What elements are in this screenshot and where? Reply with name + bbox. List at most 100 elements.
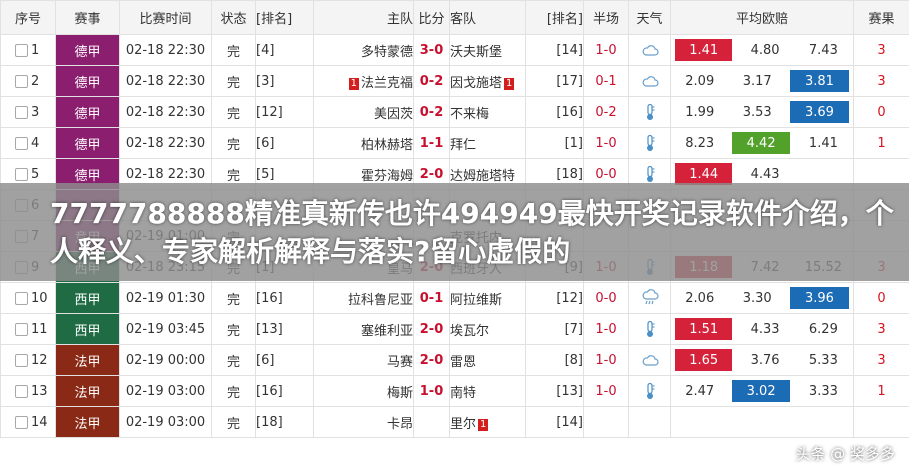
home-rank: [18]: [255, 406, 314, 438]
league-cell[interactable]: 德甲: [55, 65, 120, 97]
score[interactable]: 0-2: [413, 65, 450, 97]
result-count: [853, 406, 909, 438]
table-row[interactable]: 12 法甲 02-19 00:00 完 [6] 马赛 2-0 雷恩 [8] 1-0 1.65 3.76…: [0, 344, 909, 376]
away-team[interactable]: 沃夫斯堡: [451, 45, 503, 60]
seq-cell[interactable]: 12: [0, 344, 56, 376]
away-team-cell[interactable]: 不来梅: [449, 96, 526, 128]
league-cell[interactable]: 德甲: [55, 96, 120, 128]
seq-cell[interactable]: 3: [0, 96, 56, 128]
league-cell[interactable]: 法甲: [55, 375, 120, 407]
seq-cell[interactable]: 4: [0, 127, 56, 159]
home-team[interactable]: 拉科鲁尼亚: [348, 293, 413, 308]
table-row[interactable]: 4 德甲 02-18 22:30 完 [6] 柏林赫塔 1-1 拜仁 [1] 1-0 8.23 4.4…: [0, 127, 909, 159]
home-team-cell[interactable]: 卡昂: [313, 406, 414, 438]
league-cell[interactable]: 西甲: [55, 313, 120, 345]
home-team-cell[interactable]: 柏林赫塔: [313, 127, 414, 159]
score[interactable]: 0-2: [413, 96, 450, 128]
seq-cell[interactable]: 2: [0, 65, 56, 97]
home-team-cell[interactable]: 多特蒙德: [313, 34, 414, 66]
league-cell[interactable]: 德甲: [55, 34, 120, 66]
score[interactable]: 1-0: [413, 375, 450, 407]
header-away-rank: [排名]: [525, 0, 584, 35]
score[interactable]: 2-0: [413, 313, 450, 345]
row-checkbox[interactable]: [15, 136, 28, 150]
league-cell[interactable]: 西甲: [55, 282, 120, 314]
row-checkbox[interactable]: [15, 74, 28, 88]
header-cards[interactable]: 赛果: [853, 0, 909, 35]
home-team-cell[interactable]: 塞维利亚: [313, 313, 414, 345]
home-team-cell[interactable]: 1 法兰克福: [313, 65, 414, 97]
table-row[interactable]: 2 德甲 02-18 22:30 完 [3] 1 法兰克福 0-2 因戈施塔 1 [17] 0-1 2.…: [0, 65, 909, 97]
seq-cell[interactable]: 11: [0, 313, 56, 345]
home-team-cell[interactable]: 美因茨: [313, 96, 414, 128]
home-team-cell[interactable]: 拉科鲁尼亚: [313, 282, 414, 314]
home-team[interactable]: 多特蒙德: [361, 45, 413, 60]
table-row[interactable]: 11 西甲 02-19 03:45 完 [13] 塞维利亚 2-0 埃瓦尔 [7] 1-0 1.51…: [0, 313, 909, 345]
away-team-cell[interactable]: 因戈施塔 1: [449, 65, 526, 97]
league-cell[interactable]: 法甲: [55, 406, 120, 438]
row-checkbox[interactable]: [15, 105, 28, 119]
away-team-cell[interactable]: 沃夫斯堡: [449, 34, 526, 66]
seq-cell[interactable]: 13: [0, 375, 56, 407]
header-time[interactable]: 比赛时间: [119, 0, 212, 35]
seq-cell[interactable]: 1: [0, 34, 56, 66]
table-row[interactable]: 1 德甲 02-18 22:30 完 [4] 多特蒙德 3-0 沃夫斯堡 [14] 1-0 1.41…: [0, 34, 909, 66]
home-team[interactable]: 霍芬海姆: [361, 169, 413, 184]
home-team[interactable]: 法兰克福: [361, 76, 413, 91]
row-checkbox[interactable]: [15, 167, 28, 181]
seq-cell[interactable]: 14: [0, 406, 56, 438]
seq-cell[interactable]: 10: [0, 282, 56, 314]
away-team-cell[interactable]: 里尔 1: [449, 406, 526, 438]
away-team-cell[interactable]: 埃瓦尔: [449, 313, 526, 345]
row-checkbox[interactable]: [15, 291, 28, 305]
away-team-cell[interactable]: 拜仁: [449, 127, 526, 159]
score[interactable]: [413, 406, 450, 438]
away-team-cell[interactable]: 阿拉维斯: [449, 282, 526, 314]
row-checkbox[interactable]: [15, 384, 28, 398]
odds-cell: 2.06: [685, 290, 715, 306]
away-team[interactable]: 达姆施塔特: [451, 169, 516, 184]
row-checkbox[interactable]: [15, 353, 28, 367]
table-row[interactable]: 3 德甲 02-18 22:30 完 [12] 美因茨 0-2 不来梅 [16] 0-2 1.99 3…: [0, 96, 909, 128]
table-row[interactable]: 14 法甲 02-19 03:00 完 [18] 卡昂 里尔 1 [14]: [0, 406, 909, 438]
result-count: 0: [853, 282, 909, 314]
odds-cell: 3.76: [750, 352, 780, 368]
score[interactable]: 2-0: [413, 344, 450, 376]
home-team[interactable]: 马赛: [387, 355, 413, 370]
home-team[interactable]: 梅斯: [387, 386, 413, 401]
odds-cell: 1.65: [671, 349, 737, 371]
table-row[interactable]: 10 西甲 02-19 01:30 完 [16] 拉科鲁尼亚 0-1 阿拉维斯 [12] 0-0 2…: [0, 282, 909, 314]
odds-cell: 3.96: [785, 287, 853, 309]
league-cell[interactable]: 德甲: [55, 127, 120, 159]
away-team[interactable]: 埃瓦尔: [451, 324, 490, 339]
score[interactable]: 1-1: [413, 127, 450, 159]
home-rank: [6]: [255, 127, 314, 159]
match-status: 完: [211, 96, 256, 128]
odds-cell: 5.33: [808, 352, 838, 368]
row-checkbox[interactable]: [15, 415, 28, 429]
away-team[interactable]: 里尔: [451, 417, 477, 432]
home-team[interactable]: 卡昂: [387, 417, 413, 432]
home-team[interactable]: 塞维利亚: [361, 324, 413, 339]
home-team-cell[interactable]: 马赛: [313, 344, 414, 376]
home-rank: [16]: [255, 375, 314, 407]
home-team[interactable]: 柏林赫塔: [361, 138, 413, 153]
home-team-cell[interactable]: 梅斯: [313, 375, 414, 407]
ad-banner-text[interactable]: 7777788888精准真新传也许494949最快开奖记录软件介绍，个人释义、专…: [50, 195, 909, 271]
row-checkbox[interactable]: [15, 322, 28, 336]
score[interactable]: 3-0: [413, 34, 450, 66]
away-team[interactable]: 拜仁: [451, 138, 477, 153]
away-team[interactable]: 雷恩: [451, 355, 477, 370]
seq-number: 10: [31, 290, 48, 306]
home-team[interactable]: 美因茨: [374, 107, 413, 122]
away-team-cell[interactable]: 雷恩: [449, 344, 526, 376]
away-team[interactable]: 不来梅: [451, 107, 490, 122]
away-team-cell[interactable]: 南特: [449, 375, 526, 407]
row-checkbox[interactable]: [15, 43, 28, 57]
league-cell[interactable]: 法甲: [55, 344, 120, 376]
away-team[interactable]: 因戈施塔: [451, 76, 503, 91]
score[interactable]: 0-1: [413, 282, 450, 314]
away-team[interactable]: 阿拉维斯: [451, 293, 503, 308]
away-team[interactable]: 南特: [451, 386, 477, 401]
table-row[interactable]: 13 法甲 02-19 03:00 完 [16] 梅斯 1-0 南特 [13] 1-0 2.47 3.…: [0, 375, 909, 407]
